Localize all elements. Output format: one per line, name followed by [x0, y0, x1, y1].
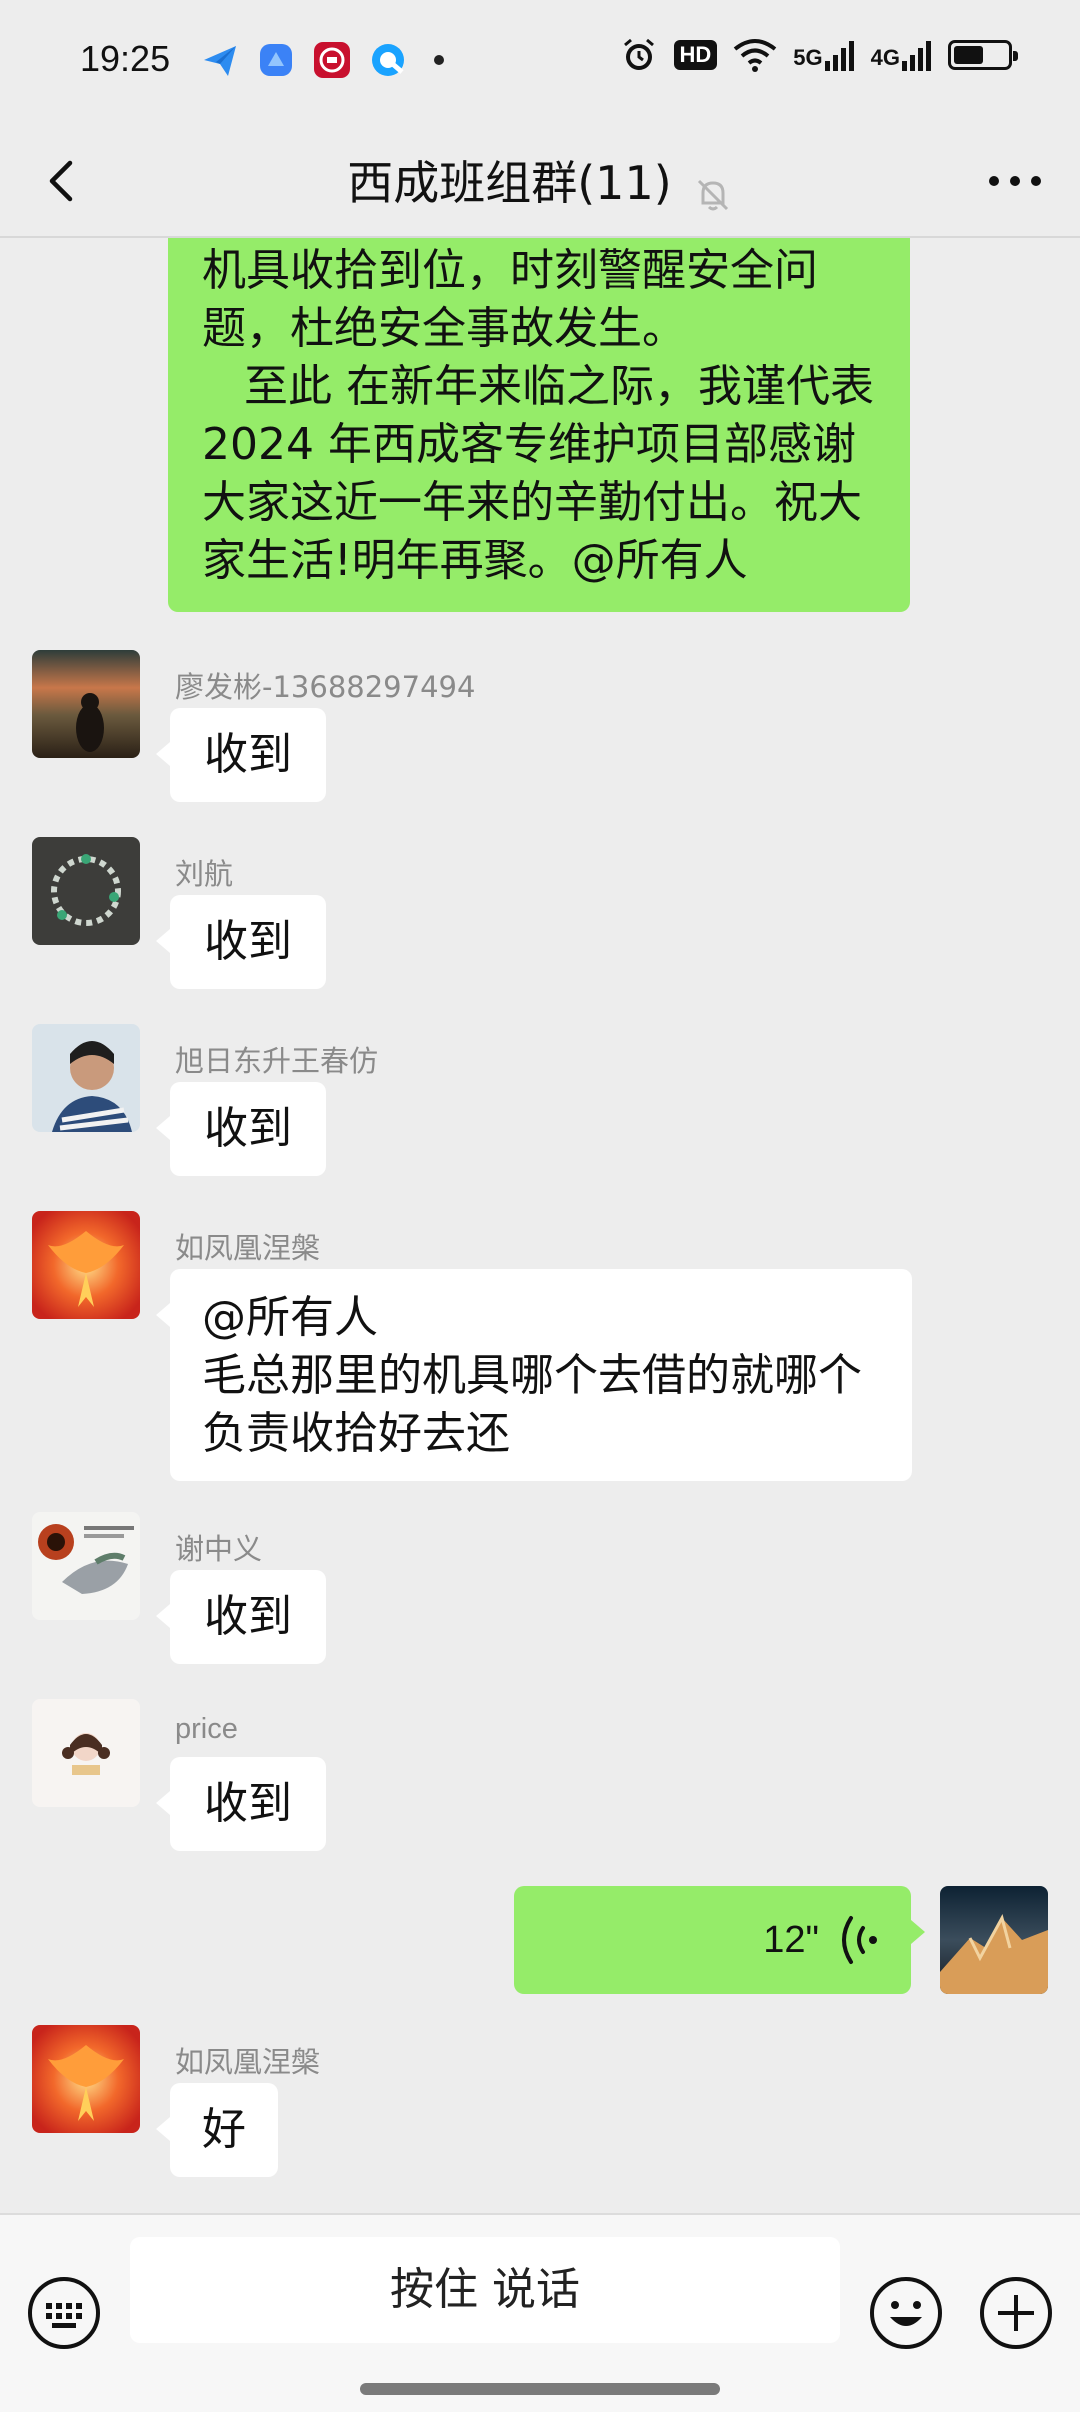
message-bubble[interactable]: 机具收拾到位，时刻警醒安全问题，杜绝安全事故发生。 至此 在新年来临之际，我谨代… [168, 238, 910, 612]
avatar[interactable] [32, 1512, 140, 1620]
status-time: 19:25 [80, 38, 171, 79]
more-options-button[interactable] [980, 151, 1050, 211]
message-list[interactable]: 机具收拾到位，时刻警醒安全问题，杜绝安全事故发生。 至此 在新年来临之际，我谨代… [0, 238, 1080, 2213]
bank-app-icon [312, 40, 352, 80]
hold-to-talk-button[interactable]: 按住 说话 [130, 2237, 840, 2343]
sender-name: 如凤凰涅槃 [175, 2045, 321, 2079]
home-indicator[interactable] [360, 2383, 720, 2395]
emoji-icon [870, 2277, 942, 2349]
message-bubble[interactable]: @所有人 毛总那里的机具哪个去借的就哪个负责收拾好去还 [156, 1269, 912, 1481]
more-dots-icon [989, 176, 1041, 186]
plus-circle-icon [980, 2277, 1052, 2349]
status-right-icons: HD 5G 4G [620, 36, 1018, 74]
message-bubble[interactable]: 好 [156, 2083, 278, 2177]
voice-duration: 12" [763, 1919, 819, 1961]
signal-5g: 5G [793, 39, 854, 71]
sender-name: 旭日东升王春仿 [175, 1044, 379, 1078]
more-functions-button[interactable] [978, 2275, 1054, 2351]
message-bubble[interactable]: 收到 [156, 1757, 326, 1851]
sender-name: 刘航 [175, 857, 234, 891]
hd-badge: HD [673, 40, 718, 70]
bell-off-icon [697, 179, 728, 210]
battery-icon [948, 40, 1018, 70]
message-bubble[interactable]: 收到 [156, 708, 326, 802]
messenger-app-icon [256, 40, 296, 80]
chat-title[interactable]: 西成班组群(11) [347, 156, 671, 210]
keyboard-icon [28, 2277, 100, 2349]
status-bar: 19:25 HD 5G 4G [0, 0, 1080, 125]
emoji-button[interactable] [868, 2275, 944, 2351]
sender-name: 谢中义 [175, 1532, 263, 1566]
avatar[interactable] [32, 650, 140, 758]
message-bubble[interactable]: 收到 [156, 1570, 326, 1664]
input-bar: 按住 说话 [0, 2213, 1080, 2412]
sender-name: price [175, 1713, 238, 1745]
message-bubble[interactable]: 收到 [156, 1082, 326, 1176]
more-notifications-dot [434, 55, 444, 65]
voice-message-bubble[interactable]: 12" [514, 1886, 925, 1994]
send-app-icon [200, 40, 240, 80]
message-bubble[interactable]: 收到 [156, 895, 326, 989]
signal-4g: 4G [871, 39, 932, 71]
avatar[interactable] [32, 837, 140, 945]
wifi-icon [734, 39, 777, 72]
sender-name: 如凤凰涅槃 [175, 1231, 321, 1265]
avatar[interactable] [32, 1699, 140, 1807]
avatar[interactable] [32, 1024, 140, 1132]
chat-header: 西成班组群(11) [0, 125, 1080, 237]
browser-app-icon [368, 40, 408, 80]
avatar[interactable] [32, 1211, 140, 1319]
alarm-icon [623, 38, 654, 70]
avatar[interactable] [32, 2025, 140, 2133]
voice-wave-icon [842, 1916, 877, 1964]
keyboard-toggle-button[interactable] [26, 2275, 102, 2351]
status-app-icons [200, 40, 444, 80]
sender-name: 廖发彬-13688297494 [175, 670, 476, 704]
my-avatar[interactable] [940, 1886, 1048, 1994]
